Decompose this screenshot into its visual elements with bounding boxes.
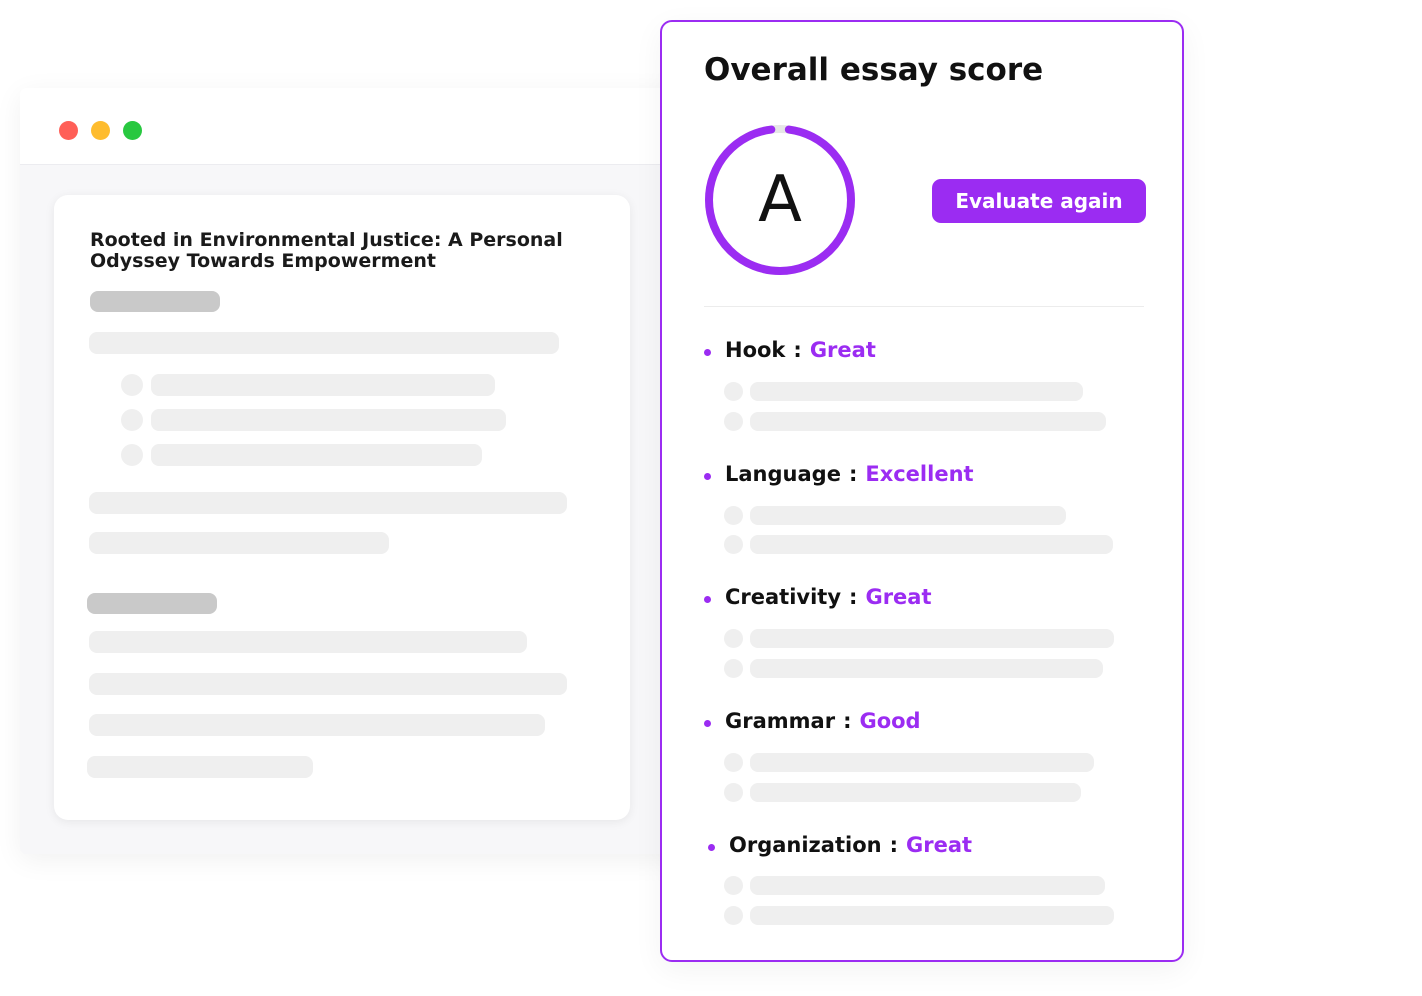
- bullet-placeholder: [724, 783, 743, 802]
- bullet-icon: [704, 472, 711, 480]
- text-line-placeholder: [89, 673, 567, 695]
- text-line-placeholder: [750, 753, 1094, 772]
- bullet-placeholder: [121, 444, 143, 466]
- minimize-window-icon[interactable]: [91, 121, 110, 140]
- text-line-placeholder: [750, 876, 1105, 895]
- heading-placeholder: [87, 593, 217, 614]
- text-line-placeholder: [87, 756, 313, 778]
- criterion-grammar: Grammar : Good: [704, 706, 921, 736]
- bullet-placeholder: [724, 629, 743, 648]
- text-line-placeholder: [89, 714, 545, 736]
- bullet-placeholder: [724, 506, 743, 525]
- bullet-placeholder: [724, 382, 743, 401]
- bullet-placeholder: [724, 906, 743, 925]
- criterion-separator: :: [843, 709, 852, 733]
- criterion-name: Organization: [729, 833, 882, 857]
- bullet-placeholder: [724, 535, 743, 554]
- bullet-placeholder: [121, 409, 143, 431]
- bullet-icon: [704, 348, 711, 356]
- text-line-placeholder: [151, 444, 482, 466]
- criterion-organization: Organization : Great: [708, 830, 972, 860]
- criterion-rating: Excellent: [865, 462, 974, 486]
- text-line-placeholder: [750, 629, 1114, 648]
- essay-document: Rooted in Environmental Justice: A Perso…: [54, 195, 630, 820]
- criterion-rating: Great: [809, 338, 876, 362]
- text-line-placeholder: [151, 409, 506, 431]
- criterion-name: Hook: [725, 338, 786, 362]
- bullet-placeholder: [121, 374, 143, 396]
- text-line-placeholder: [750, 412, 1106, 431]
- divider: [704, 306, 1144, 307]
- panel-title: Overall essay score: [704, 52, 1044, 88]
- criterion-separator: :: [889, 833, 898, 857]
- bullet-icon: [704, 595, 711, 603]
- bullet-icon: [708, 843, 715, 851]
- grade-letter: A: [758, 163, 802, 237]
- criterion-hook: Hook : Great: [704, 335, 876, 365]
- criterion-name: Grammar: [725, 709, 836, 733]
- text-line-placeholder: [750, 783, 1081, 802]
- criterion-name: Language: [725, 462, 841, 486]
- criterion-language: Language : Excellent: [704, 459, 974, 489]
- criterion-rating: Good: [859, 709, 921, 733]
- text-line-placeholder: [750, 506, 1066, 525]
- bullet-placeholder: [724, 412, 743, 431]
- text-line-placeholder: [89, 492, 567, 514]
- window-titlebar: [20, 88, 710, 165]
- text-line-placeholder: [750, 535, 1113, 554]
- bullet-placeholder: [724, 659, 743, 678]
- criterion-rating: Great: [865, 585, 932, 609]
- criterion-name: Creativity: [725, 585, 842, 609]
- text-line-placeholder: [89, 631, 527, 653]
- heading-placeholder: [90, 291, 220, 312]
- criterion-rating: Great: [905, 833, 973, 857]
- essay-window: Rooted in Environmental Justice: A Perso…: [20, 88, 710, 854]
- bullet-placeholder: [724, 876, 743, 895]
- text-line-placeholder: [750, 906, 1114, 925]
- close-window-icon[interactable]: [59, 121, 78, 140]
- text-line-placeholder: [151, 374, 495, 396]
- maximize-window-icon[interactable]: [123, 121, 142, 140]
- criterion-separator: :: [793, 338, 802, 362]
- evaluate-again-button[interactable]: Evaluate again: [932, 179, 1146, 223]
- bullet-placeholder: [724, 753, 743, 772]
- criterion-creativity: Creativity : Great: [704, 582, 932, 612]
- criterion-separator: :: [848, 462, 858, 486]
- bullet-icon: [704, 719, 711, 727]
- essay-score-panel: Overall essay score A Evaluate again Hoo…: [660, 20, 1184, 962]
- criterion-separator: :: [849, 585, 858, 609]
- essay-title: Rooted in Environmental Justice: A Perso…: [90, 229, 563, 272]
- text-line-placeholder: [750, 382, 1083, 401]
- text-line-placeholder: [750, 659, 1103, 678]
- text-line-placeholder: [89, 332, 559, 354]
- text-line-placeholder: [89, 532, 389, 554]
